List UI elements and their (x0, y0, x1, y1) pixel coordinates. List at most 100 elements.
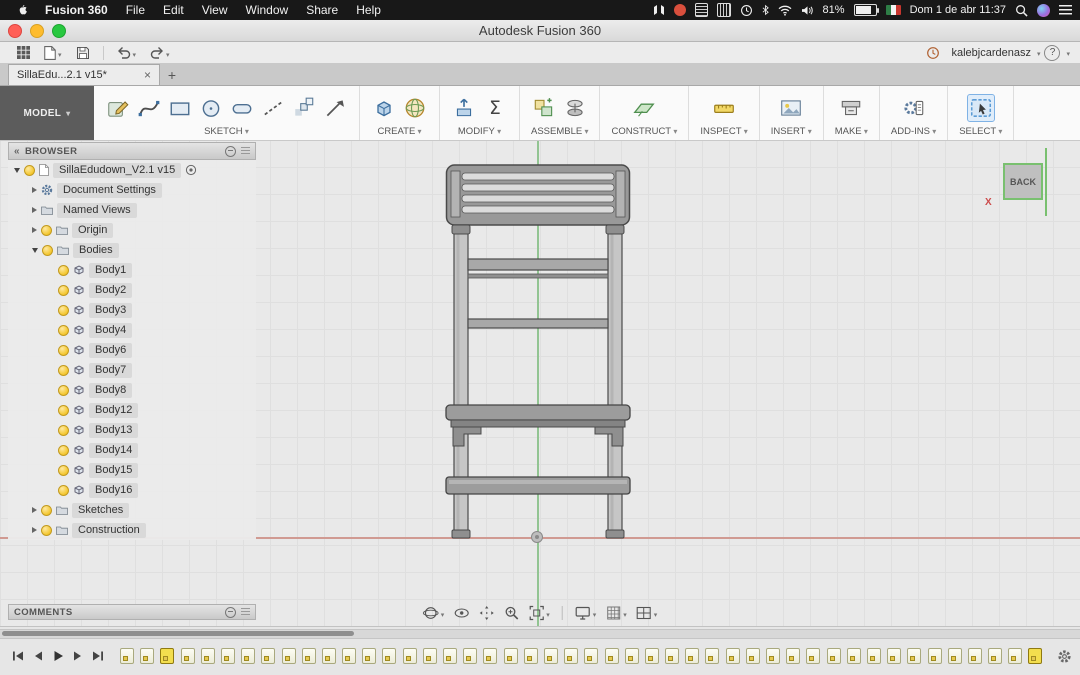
browser-item-origin[interactable]: Origin (72, 222, 114, 238)
document-tab[interactable]: SillaEdu...2.1 v15* (8, 64, 160, 85)
origin-marker[interactable] (530, 530, 544, 544)
bulb-icon[interactable] (58, 344, 69, 356)
bulb-icon[interactable] (41, 524, 52, 536)
app-grid-icon[interactable] (17, 46, 30, 59)
timeline-feature-icon[interactable] (826, 648, 841, 664)
pattern-icon[interactable] (291, 95, 317, 121)
undo-button[interactable] (117, 44, 137, 62)
timeline-feature-icon[interactable] (543, 648, 558, 664)
viewcube-back-face[interactable]: BACK (1003, 163, 1043, 200)
bulb-icon[interactable] (42, 244, 53, 256)
ribbon-group-label-assemble[interactable]: ASSEMBLE (531, 126, 588, 137)
timeline-feature-icon[interactable] (988, 648, 1003, 664)
browser-item-body6[interactable]: Body6 (89, 342, 133, 358)
timeline-feature-icon[interactable] (463, 648, 478, 664)
timeline-feature-icon[interactable] (503, 648, 518, 664)
new-tab-button[interactable] (160, 64, 184, 85)
spaces-icon[interactable] (653, 4, 665, 16)
job-status-icon[interactable] (926, 46, 940, 60)
browser-item-body4[interactable]: Body4 (89, 322, 133, 338)
panel-grip-handle[interactable] (241, 146, 250, 156)
ribbon-group-label-insert[interactable]: INSERT (771, 126, 812, 137)
disclosure-triangle[interactable] (32, 207, 37, 213)
bulb-icon[interactable] (58, 384, 69, 396)
menubar-menu-help[interactable]: Help (347, 3, 390, 17)
apple-menu-icon[interactable] (8, 4, 36, 17)
plane-icon[interactable] (631, 95, 657, 121)
timeline-feature-icon[interactable] (220, 648, 235, 664)
disclosure-triangle[interactable] (32, 527, 37, 533)
bulb-icon[interactable] (58, 264, 69, 276)
timeline-feature-icon[interactable] (200, 648, 215, 664)
spotlight-search-icon[interactable] (1015, 4, 1028, 17)
timeline-feature-icon[interactable] (887, 648, 902, 664)
disclosure-triangle[interactable] (32, 247, 38, 253)
bulb-icon[interactable] (58, 304, 69, 316)
browser-item-body8[interactable]: Body8 (89, 382, 133, 398)
browser-item-body14[interactable]: Body14 (89, 442, 139, 458)
skip-to-start-icon[interactable] (10, 648, 26, 664)
timeline-feature-icon[interactable] (665, 648, 680, 664)
bulb-icon[interactable] (58, 424, 69, 436)
timeline-feature-icon[interactable] (321, 648, 336, 664)
ribbon-group-label-select[interactable]: SELECT (959, 126, 1002, 137)
timeline-feature-icon[interactable] (1028, 648, 1043, 664)
ribbon-group-label-construct[interactable]: CONSTRUCT (611, 126, 677, 137)
ribbon-group-label-add-ins[interactable]: ADD-INS (891, 126, 936, 137)
menubar-menu-share[interactable]: Share (297, 3, 347, 17)
timeline-feature-icon[interactable] (402, 648, 417, 664)
timeline-feature-icon[interactable] (1008, 648, 1023, 664)
menubar-menu-window[interactable]: Window (237, 3, 298, 17)
timeline-feature-icon[interactable] (281, 648, 296, 664)
orbit-icon[interactable] (420, 603, 448, 623)
timeline-feature-icon[interactable] (120, 648, 134, 664)
bulb-icon[interactable] (41, 504, 52, 516)
menubar-menu-view[interactable]: View (193, 3, 237, 17)
app-menu[interactable]: Fusion 360 (36, 3, 117, 17)
workspace-selector[interactable]: MODEL (0, 86, 94, 140)
browser-item-bodies[interactable]: Bodies (73, 242, 119, 258)
timeline-feature-icon[interactable] (604, 648, 619, 664)
fit-icon[interactable] (525, 603, 553, 623)
zoom-icon[interactable] (500, 604, 522, 622)
timeline-feature-icon[interactable] (523, 648, 538, 664)
disclosure-triangle[interactable] (32, 507, 37, 513)
user-account-menu[interactable]: kalebjcardenasz (951, 47, 1031, 59)
bulb-icon[interactable] (24, 164, 35, 176)
pan-icon[interactable] (475, 604, 497, 622)
help-menu[interactable]: ? (1044, 44, 1061, 61)
disclosure-triangle[interactable] (32, 227, 37, 233)
browser-item-body2[interactable]: Body2 (89, 282, 133, 298)
window-minimize-button[interactable] (30, 23, 44, 38)
browser-item-sketches[interactable]: Sketches (72, 502, 130, 518)
save-button[interactable] (76, 46, 90, 60)
browser-item-body7[interactable]: Body7 (89, 362, 133, 378)
timeline-feature-icon[interactable] (806, 648, 821, 664)
skip-to-end-icon[interactable] (90, 648, 106, 664)
notification-center-icon[interactable] (1059, 5, 1072, 15)
document-status-icon[interactable] (694, 3, 708, 17)
joint-icon[interactable] (562, 95, 588, 121)
timeline-feature-icon[interactable] (624, 648, 639, 664)
timeline-feature-icon[interactable] (786, 648, 801, 664)
timeline-feature-icon[interactable] (362, 648, 377, 664)
timeline-feature-icon[interactable] (261, 648, 276, 664)
window-close-button[interactable] (8, 23, 22, 38)
browser-item-named-views[interactable]: Named Views (57, 202, 137, 218)
browser-item-root[interactable]: SillaEdudown_V2.1 v15 (53, 162, 182, 178)
bulb-icon[interactable] (58, 284, 69, 296)
timeline-feature-icon[interactable] (483, 648, 498, 664)
timeline-feature-icon[interactable] (766, 648, 780, 664)
timeline-feature-icon[interactable] (705, 648, 720, 664)
horizontal-scrollbar[interactable] (0, 629, 1080, 639)
look-at-icon[interactable] (450, 604, 472, 622)
slot-icon[interactable] (229, 95, 255, 121)
ribbon-group-label-make[interactable]: MAKE (835, 126, 868, 137)
panel-toggle-icon[interactable] (225, 145, 236, 157)
browser-item-body15[interactable]: Body15 (89, 462, 139, 478)
ribbon-group-label-sketch[interactable]: SKETCH (204, 126, 249, 137)
grid-display-icon[interactable] (602, 603, 630, 623)
chair-model[interactable] (445, 162, 631, 544)
spline-icon[interactable] (136, 95, 162, 121)
collapse-panel-icon[interactable] (14, 146, 20, 157)
